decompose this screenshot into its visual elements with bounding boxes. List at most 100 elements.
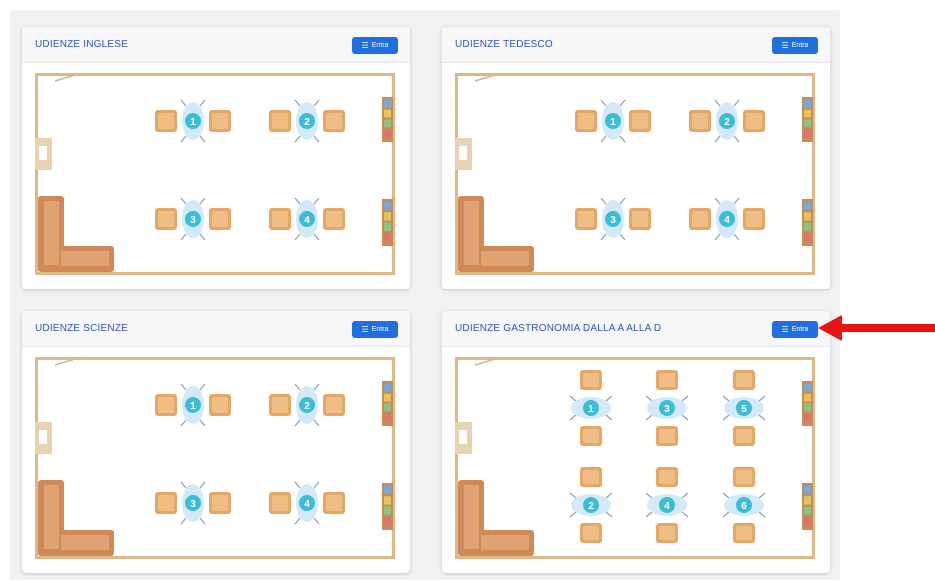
list-icon: ☰ (361, 40, 369, 50)
bookshelf-icon (382, 483, 393, 530)
room-title: UDIENZE GASTRONOMIA DALLA A ALLA D (455, 323, 662, 334)
room-title: UDIENZE SCIENZE (35, 323, 129, 334)
red-arrow-annotation (818, 315, 935, 341)
chair-icon (323, 492, 345, 514)
room-wall (455, 73, 815, 275)
entra-button[interactable]: ☰ Entra (352, 37, 398, 54)
floorplan-svg: 1 2 3 4 (455, 73, 815, 275)
chair-icon (733, 370, 755, 390)
chair-icon (269, 394, 291, 416)
chair-icon (323, 208, 345, 230)
entra-label: Entra (371, 326, 389, 333)
room-floorplan: 1 3 5 2 4 6 (455, 357, 817, 559)
table-number: 2 (304, 117, 310, 128)
list-icon: ☰ (361, 324, 369, 334)
bookshelf-icon (382, 381, 393, 426)
chair-icon (689, 208, 711, 230)
chair-icon (155, 208, 177, 230)
room-wall (455, 357, 815, 559)
chair-icon (689, 110, 711, 132)
bookshelf-icon (802, 381, 813, 426)
chair-icon (656, 523, 678, 543)
room-wall (35, 73, 395, 275)
chair-icon (209, 110, 231, 132)
card-header: UDIENZE TEDESCO ☰ Entra (442, 27, 830, 63)
bookshelf-icon (802, 199, 813, 246)
room-title: UDIENZE TEDESCO (455, 39, 553, 50)
entra-button-room-4[interactable]: ☰ Entra (772, 321, 818, 338)
cabinet-icon (35, 422, 52, 454)
chair-icon (733, 426, 755, 446)
table-number: 1 (190, 401, 196, 412)
chair-icon (155, 394, 177, 416)
room-floorplan: 1 2 3 4 (35, 357, 397, 559)
card-header: UDIENZE GASTRONOMIA DALLA A ALLA D ☰ Ent… (442, 311, 830, 347)
list-icon: ☰ (781, 40, 789, 50)
table-number: 5 (741, 404, 747, 415)
chair-icon (743, 208, 765, 230)
entra-button[interactable]: ☰ Entra (352, 321, 398, 338)
entra-button[interactable]: ☰ Entra (772, 37, 818, 54)
entra-label: Entra (791, 42, 809, 49)
chair-icon (743, 110, 765, 132)
chair-icon (656, 467, 678, 487)
room-card-tedesco: UDIENZE TEDESCO ☰ Entra 1 2 3 4 (442, 27, 830, 289)
table-number: 3 (610, 215, 616, 226)
table-number: 1 (588, 404, 594, 415)
chair-icon (580, 467, 602, 487)
floorplan-svg: 1 2 3 4 (35, 73, 395, 275)
card-header: UDIENZE INGLESE ☰ Entra (22, 27, 410, 63)
table-number: 2 (304, 401, 310, 412)
bookshelf-icon (802, 483, 813, 530)
table-number: 4 (304, 499, 310, 510)
chair-icon (323, 110, 345, 132)
room-card-gastronomia: UDIENZE GASTRONOMIA DALLA A ALLA D ☰ Ent… (442, 311, 830, 573)
floorplan-svg: 1 3 5 2 4 6 (455, 357, 815, 559)
list-icon: ☰ (781, 324, 789, 334)
bookshelf-icon (382, 97, 393, 142)
table-number: 4 (724, 215, 730, 226)
entra-label: Entra (791, 326, 809, 333)
chair-icon (629, 110, 651, 132)
room-card-inglese: UDIENZE INGLESE ☰ Entra 1 2 3 4 (22, 27, 410, 289)
room-card-scienze: UDIENZE SCIENZE ☰ Entra 1 2 3 4 (22, 311, 410, 573)
chair-icon (209, 208, 231, 230)
chair-icon (580, 370, 602, 390)
chair-icon (733, 523, 755, 543)
room-wall (35, 357, 395, 559)
rooms-dashboard: UDIENZE INGLESE ☰ Entra 1 2 3 4 UDIENZE TED… (0, 0, 935, 583)
chair-icon (155, 110, 177, 132)
cabinet-icon (35, 138, 52, 170)
table-number: 3 (190, 499, 196, 510)
table-number: 3 (190, 215, 196, 226)
entra-label: Entra (371, 42, 389, 49)
table-number: 2 (588, 501, 594, 512)
chair-icon (580, 426, 602, 446)
table-number: 1 (190, 117, 196, 128)
room-title: UDIENZE INGLESE (35, 39, 129, 50)
floorplan-svg: 1 2 3 4 (35, 357, 395, 559)
table-number: 4 (304, 215, 310, 226)
chair-icon (209, 492, 231, 514)
table-number: 6 (741, 501, 747, 512)
cabinet-icon (455, 422, 472, 454)
chair-icon (575, 208, 597, 230)
table-number: 4 (664, 501, 670, 512)
chair-icon (269, 110, 291, 132)
chair-icon (656, 370, 678, 390)
table-number: 3 (664, 404, 670, 415)
chair-icon (209, 394, 231, 416)
cabinet-icon (455, 138, 472, 170)
bookshelf-icon (382, 199, 393, 246)
chair-icon (269, 208, 291, 230)
chair-icon (155, 492, 177, 514)
room-floorplan: 1 2 3 4 (35, 73, 397, 275)
chair-icon (580, 523, 602, 543)
table-number: 2 (724, 117, 730, 128)
chair-icon (629, 208, 651, 230)
table-number: 1 (610, 117, 616, 128)
chair-icon (656, 426, 678, 446)
chair-icon (269, 492, 291, 514)
chair-icon (575, 110, 597, 132)
chair-icon (733, 467, 755, 487)
